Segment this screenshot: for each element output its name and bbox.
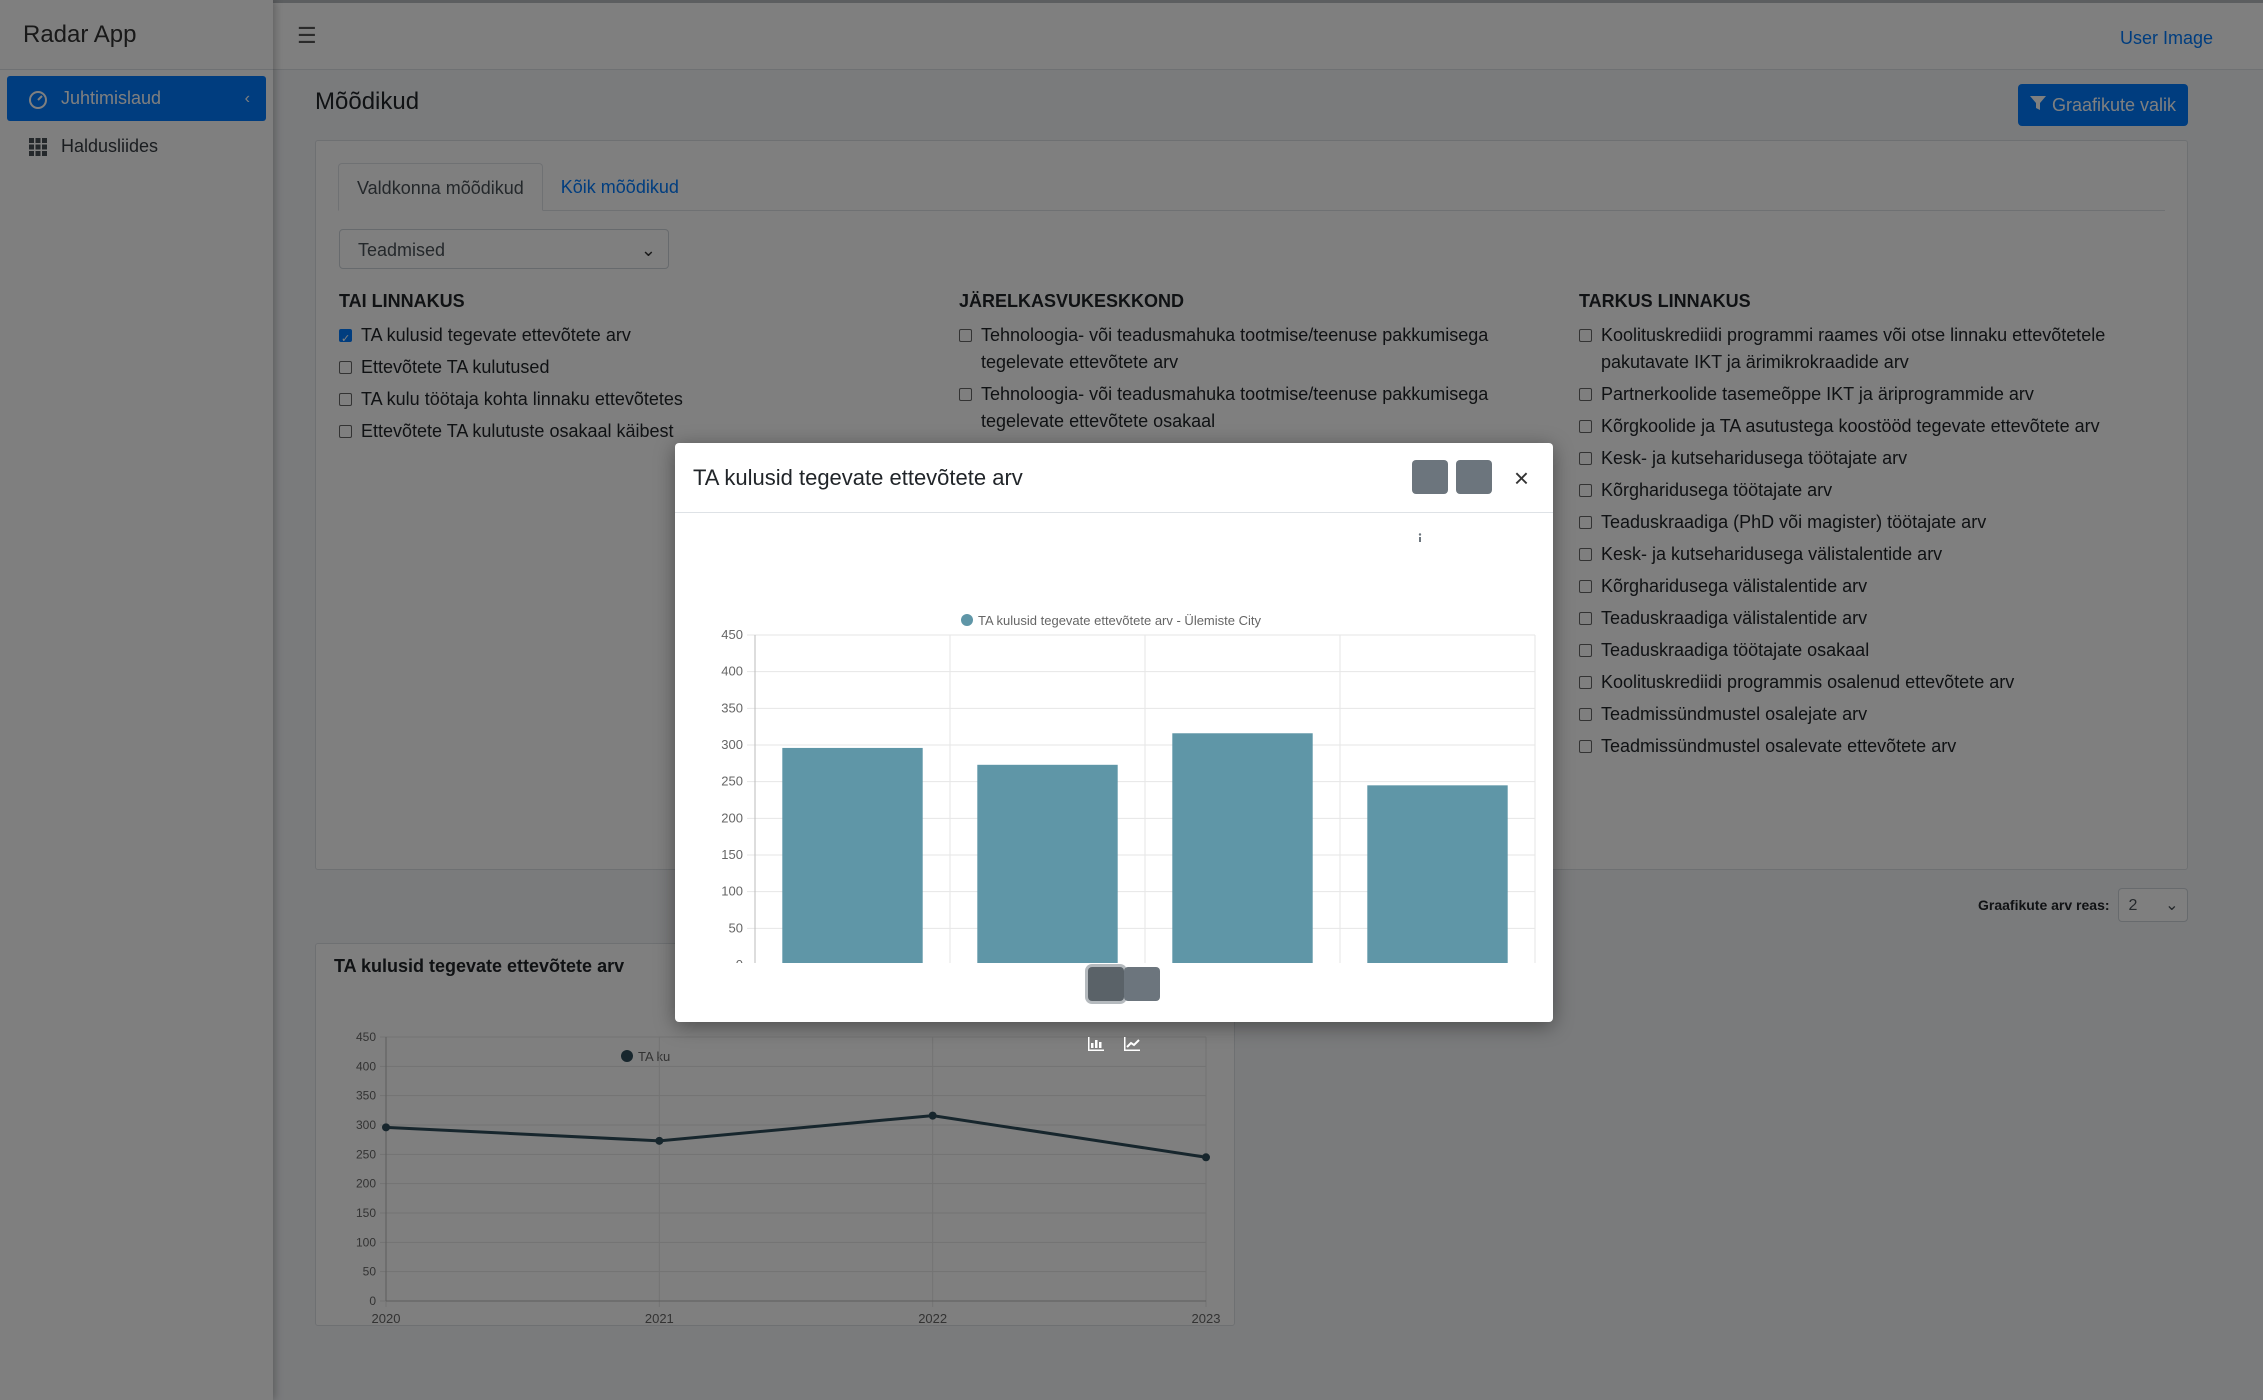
close-icon[interactable]: × <box>1514 463 1529 494</box>
download-button[interactable] <box>1456 460 1492 545</box>
chart-modal: TA kulusid tegevate ettevõtete arv × TA … <box>675 443 1553 1051</box>
bar-chart: TA kulusid tegevate ettevõtete arv - Üle… <box>721 613 1536 963</box>
info-button[interactable] <box>1412 460 1448 545</box>
y-tick-label: 250 <box>721 774 743 789</box>
bar <box>1172 733 1313 963</box>
y-tick-label: 400 <box>721 664 743 679</box>
y-tick-label: 50 <box>729 920 743 935</box>
bar <box>782 747 923 963</box>
y-tick-label: 100 <box>721 884 743 899</box>
y-tick-label: 350 <box>721 700 743 715</box>
bar-chart-type-button[interactable] <box>1088 967 1124 1051</box>
y-tick-label: 450 <box>721 627 743 642</box>
y-tick-label: 150 <box>721 847 743 862</box>
legend-swatch <box>961 614 973 626</box>
legend-label: TA kulusid tegevate ettevõtete arv - Üle… <box>978 613 1261 628</box>
modal-title: TA kulusid tegevate ettevõtete arv <box>693 465 1023 490</box>
line-chart-type-button[interactable] <box>1124 967 1160 1051</box>
y-tick-label: 0 <box>736 957 743 963</box>
y-tick-label: 300 <box>721 737 743 752</box>
y-tick-label: 200 <box>721 810 743 825</box>
bar <box>977 764 1118 963</box>
modal-header: TA kulusid tegevate ettevõtete arv × <box>675 443 1553 545</box>
bar <box>1367 785 1508 963</box>
